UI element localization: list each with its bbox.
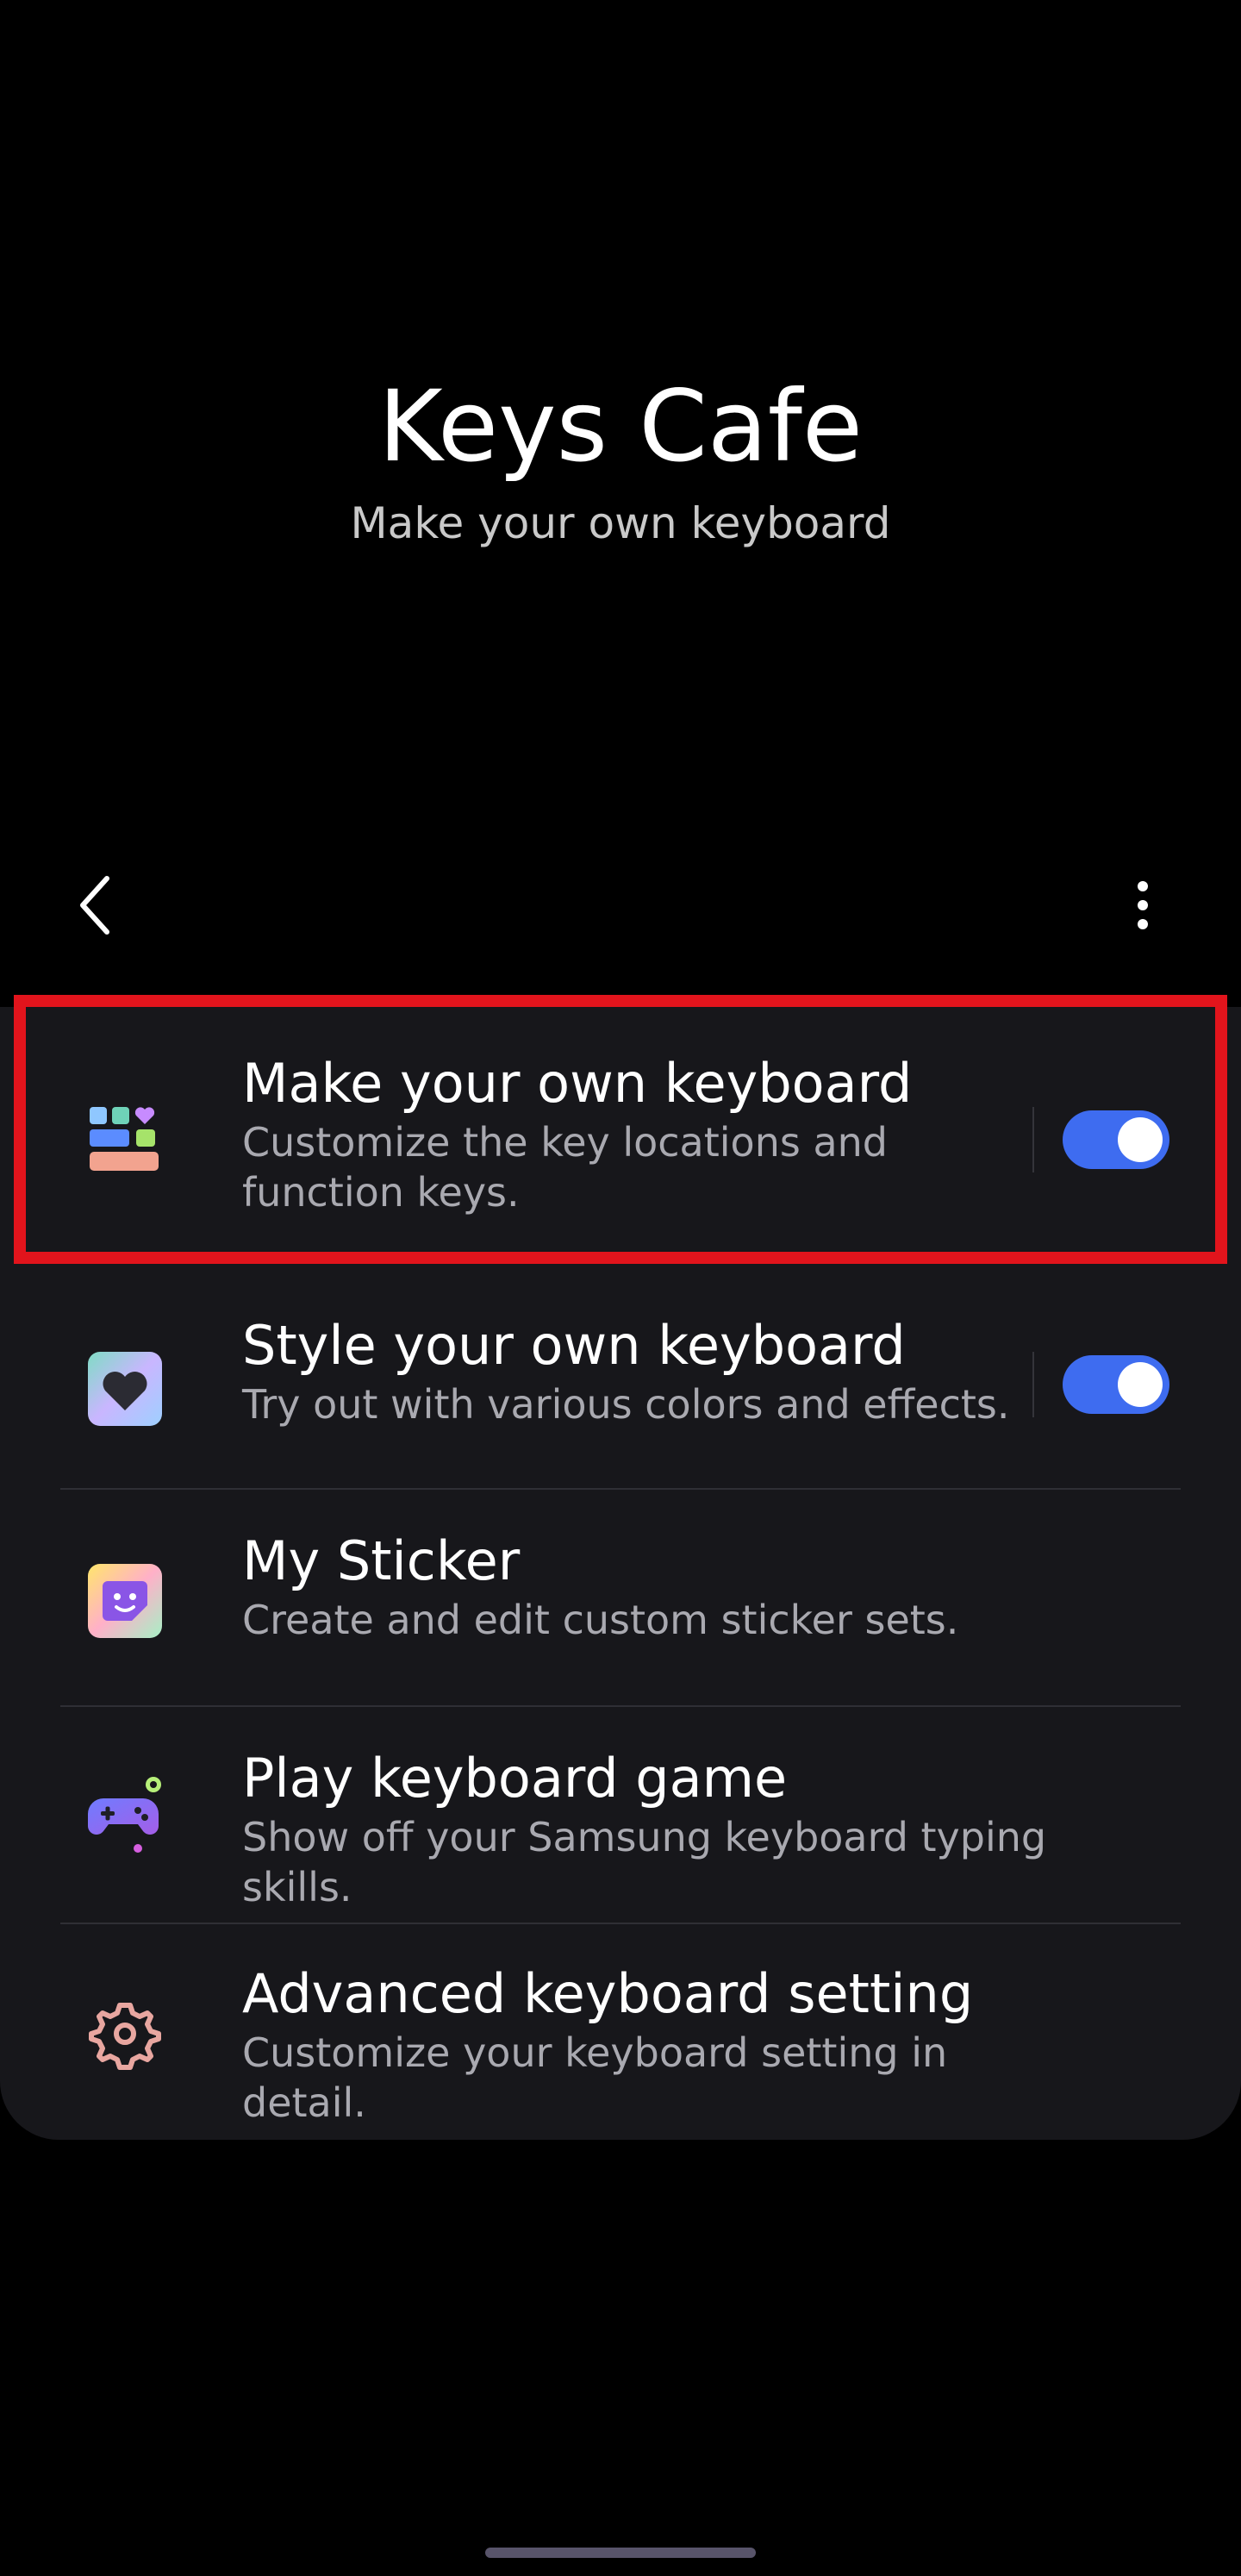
item-title: Make your own keyboard <box>242 1052 913 1115</box>
page-title: Keys Cafe <box>377 369 864 484</box>
item-title: My Sticker <box>242 1529 521 1592</box>
toggle-knob <box>1118 1117 1163 1162</box>
sticker-icon <box>86 1562 164 1640</box>
list-item-keyboard-game[interactable]: Play keyboard game Show off your Samsung… <box>0 1707 1241 1924</box>
separator <box>1032 1352 1034 1417</box>
chevron-left-icon <box>80 876 109 935</box>
item-description: Create and edit custom sticker sets. <box>242 1597 959 1643</box>
list-item-style-keyboard[interactable]: Style your own keyboard Try out with var… <box>0 1276 1241 1493</box>
item-description: Show off your Samsung keyboard typing sk… <box>242 1814 1047 1910</box>
app-header: Keys Cafe Make your own keyboard <box>0 0 1241 862</box>
page-subtitle: Make your own keyboard <box>350 498 891 548</box>
more-vertical-icon <box>1138 881 1148 929</box>
gamepad-icon <box>86 1774 164 1853</box>
make-keyboard-toggle[interactable] <box>1063 1110 1169 1169</box>
style-keyboard-toggle[interactable] <box>1063 1355 1169 1414</box>
item-description: Customize your keyboard setting in detai… <box>242 2029 948 2126</box>
home-indicator[interactable] <box>485 2548 756 2558</box>
separator <box>1032 1107 1034 1172</box>
item-title: Play keyboard game <box>242 1747 788 1810</box>
settings-panel: Make your own keyboard Customize the key… <box>0 1007 1241 2140</box>
list-item-my-sticker[interactable]: My Sticker Create and edit custom sticke… <box>0 1490 1241 1707</box>
list-item-advanced-setting[interactable]: Advanced keyboard setting Customize your… <box>0 1924 1241 2140</box>
gear-icon <box>86 1995 164 2073</box>
heart-palette-icon <box>86 1350 164 1428</box>
item-title: Style your own keyboard <box>242 1314 906 1377</box>
list-item-make-keyboard[interactable]: Make your own keyboard Customize the key… <box>0 1007 1241 1276</box>
item-title: Advanced keyboard setting <box>242 1962 974 2025</box>
toggle-knob <box>1118 1362 1163 1407</box>
keyboard-layout-icon <box>86 1100 164 1178</box>
back-button[interactable] <box>60 871 129 940</box>
item-description: Try out with various colors and effects. <box>242 1381 1010 1428</box>
item-description: Customize the key locations and function… <box>242 1119 888 1216</box>
more-options-button[interactable] <box>1108 871 1177 940</box>
